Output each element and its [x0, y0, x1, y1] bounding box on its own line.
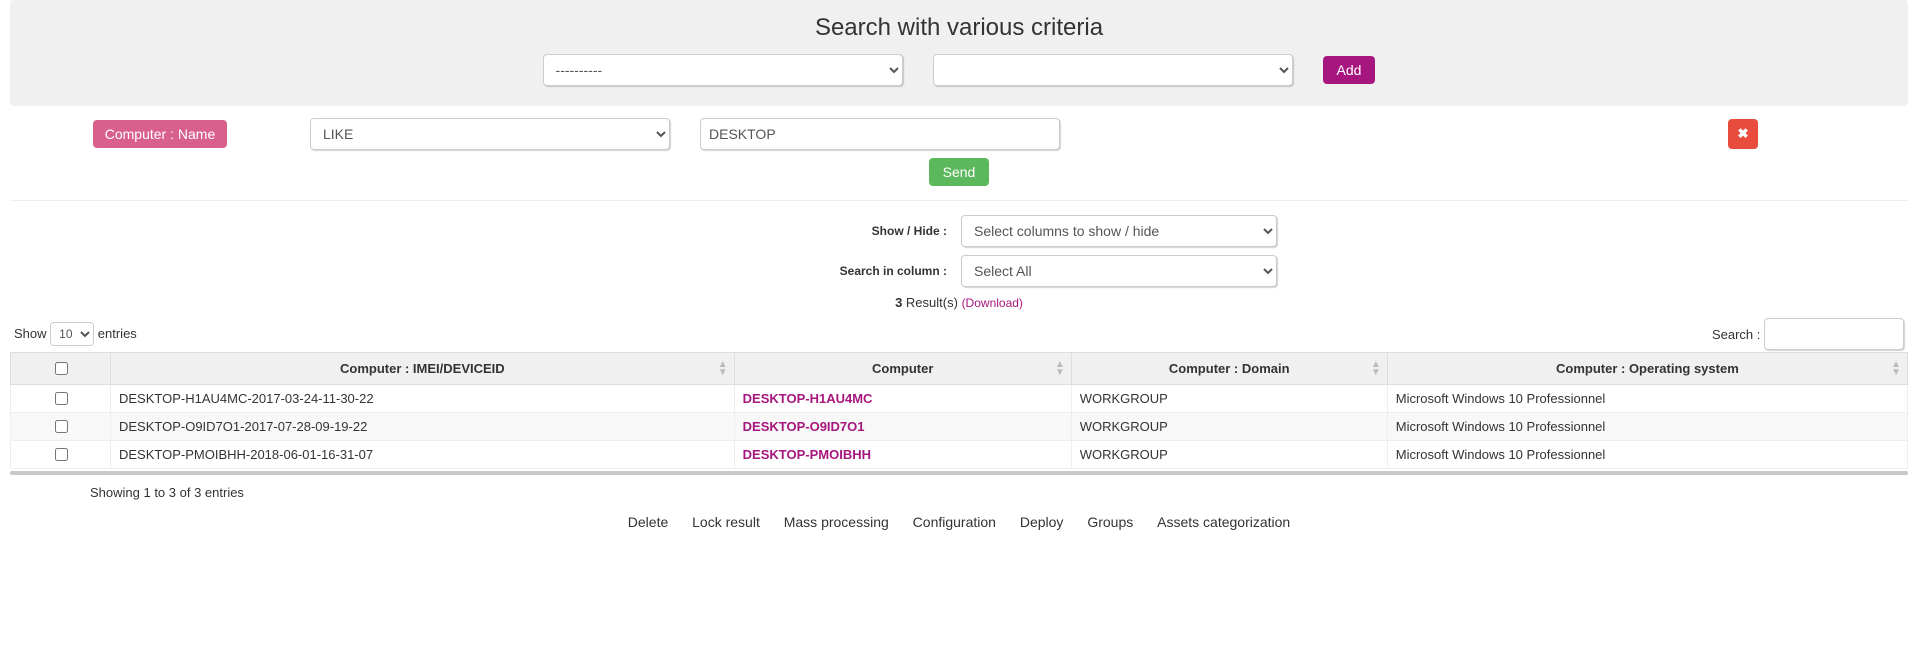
sort-icon: ▲▼: [718, 361, 728, 377]
cell-computer: DESKTOP-H1AU4MC: [734, 385, 1071, 413]
entries-length: Show 10 entries: [14, 322, 137, 346]
computer-link[interactable]: DESKTOP-O9ID7O1: [743, 419, 865, 434]
cell-imei: DESKTOP-PMOIBHH-2018-06-01-16-31-07: [111, 441, 735, 469]
criteria-field-select[interactable]: ----------: [543, 54, 903, 86]
cell-os: Microsoft Windows 10 Professionnel: [1387, 413, 1907, 441]
computer-link[interactable]: DESKTOP-PMOIBHH: [743, 447, 871, 462]
cell-imei: DESKTOP-O9ID7O1-2017-07-28-09-19-22: [111, 413, 735, 441]
show-hide-label: Show / Hide :: [641, 224, 961, 238]
col-computer[interactable]: Computer▲▼: [734, 353, 1071, 385]
cell-domain: WORKGROUP: [1071, 385, 1387, 413]
table-row: DESKTOP-PMOIBHH-2018-06-01-16-31-07 DESKT…: [11, 441, 1908, 469]
table-search: Search :: [1712, 318, 1904, 350]
cell-computer: DESKTOP-O9ID7O1: [734, 413, 1071, 441]
criteria-operator-select[interactable]: [933, 54, 1293, 86]
sort-icon: ▲▼: [1055, 361, 1065, 377]
table-row: DESKTOP-O9ID7O1-2017-07-28-09-19-22 DESKT…: [11, 413, 1908, 441]
table-search-input[interactable]: [1764, 318, 1904, 350]
action-mass-processing[interactable]: Mass processing: [784, 514, 889, 530]
action-deploy[interactable]: Deploy: [1020, 514, 1064, 530]
cell-domain: WORKGROUP: [1071, 441, 1387, 469]
close-icon: ✖: [1737, 126, 1748, 142]
criteria-badge: Computer : Name: [93, 120, 227, 148]
operator-select[interactable]: LIKE: [310, 118, 670, 150]
cell-os: Microsoft Windows 10 Professionnel: [1387, 441, 1907, 469]
cell-computer: DESKTOP-PMOIBHH: [734, 441, 1071, 469]
active-criteria-row: Computer : Name LIKE ✖: [10, 118, 1908, 150]
send-button[interactable]: Send: [929, 158, 990, 186]
col-checkbox[interactable]: [11, 353, 111, 385]
col-os[interactable]: Computer : Operating system▲▼: [1387, 353, 1907, 385]
add-button[interactable]: Add: [1323, 56, 1376, 84]
result-count: 3 Result(s) (Download): [10, 295, 1908, 310]
horizontal-scrollbar[interactable]: [10, 471, 1908, 475]
cell-domain: WORKGROUP: [1071, 413, 1387, 441]
action-configuration[interactable]: Configuration: [913, 514, 996, 530]
action-delete[interactable]: Delete: [628, 514, 668, 530]
cell-os: Microsoft Windows 10 Professionnel: [1387, 385, 1907, 413]
table-row: DESKTOP-H1AU4MC-2017-03-24-11-30-22 DESKT…: [11, 385, 1908, 413]
panel-title: Search with various criteria: [30, 14, 1888, 42]
row-checkbox-cell: [11, 441, 111, 469]
table-info: Showing 1 to 3 of 3 entries: [90, 485, 1908, 500]
row-checkbox[interactable]: [55, 420, 68, 433]
row-checkbox-cell: [11, 385, 111, 413]
action-assets-categorization[interactable]: Assets categorization: [1157, 514, 1290, 530]
results-table: Computer : IMEI/DEVICEID▲▼ Computer▲▼ Co…: [10, 352, 1908, 469]
sort-icon: ▲▼: [1891, 361, 1901, 377]
download-link[interactable]: (Download): [962, 296, 1023, 310]
show-hide-select[interactable]: Select columns to show / hide: [961, 215, 1277, 247]
cell-imei: DESKTOP-H1AU4MC-2017-03-24-11-30-22: [111, 385, 735, 413]
computer-link[interactable]: DESKTOP-H1AU4MC: [743, 391, 873, 406]
col-imei[interactable]: Computer : IMEI/DEVICEID▲▼: [111, 353, 735, 385]
bulk-actions: Delete Lock result Mass processing Confi…: [10, 514, 1908, 530]
action-lock-result[interactable]: Lock result: [692, 514, 760, 530]
remove-criteria-button[interactable]: ✖: [1728, 119, 1758, 149]
sort-icon: ▲▼: [1371, 361, 1381, 377]
select-all-checkbox[interactable]: [55, 362, 68, 375]
row-checkbox[interactable]: [55, 392, 68, 405]
search-in-column-label: Search in column :: [641, 264, 961, 278]
action-groups[interactable]: Groups: [1087, 514, 1133, 530]
search-panel: Search with various criteria ---------- …: [10, 0, 1908, 106]
row-checkbox-cell: [11, 413, 111, 441]
criteria-value-input[interactable]: [700, 118, 1060, 150]
col-domain[interactable]: Computer : Domain▲▼: [1071, 353, 1387, 385]
search-in-column-select[interactable]: Select All: [961, 255, 1277, 287]
row-checkbox[interactable]: [55, 448, 68, 461]
entries-select[interactable]: 10: [50, 322, 94, 346]
